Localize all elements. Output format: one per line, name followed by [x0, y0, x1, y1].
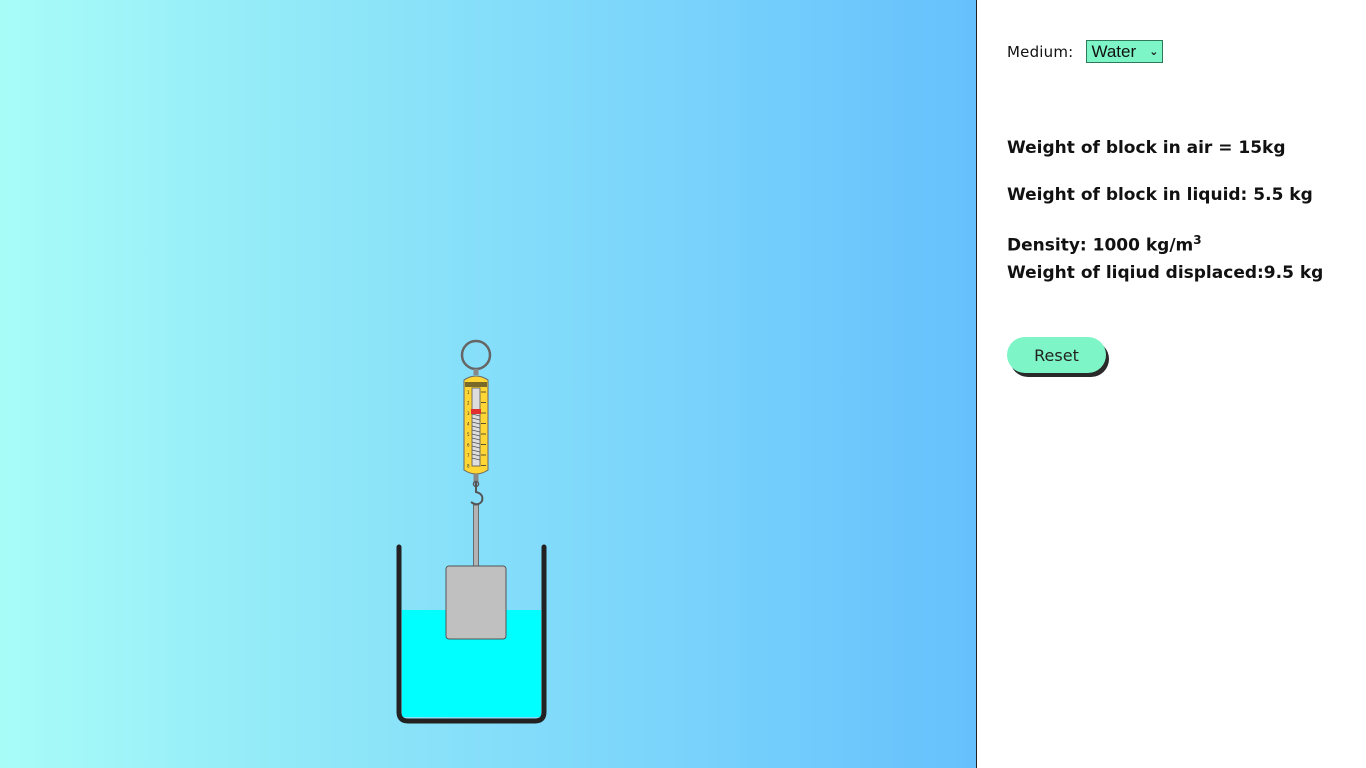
medium-label: Medium:	[1007, 42, 1074, 61]
air-weight-text: Weight of block in air = 15kg	[1007, 138, 1286, 158]
simulation-area: 12345678	[0, 0, 976, 768]
scale-ring	[460, 339, 492, 371]
density-value: Density: 1000 kg/m	[1007, 235, 1194, 256]
medium-select-value: Water	[1091, 41, 1137, 61]
liquid-weight-text: Weight of block in liquid: 5.5 kg	[1007, 185, 1313, 205]
scale-pointer	[471, 409, 481, 414]
density-text: Density: 1000 kg/m3	[1007, 233, 1202, 256]
control-panel: Medium: Water ⌄ Weight of block in air =…	[977, 0, 1366, 768]
density-exponent: 3	[1193, 233, 1202, 247]
block[interactable]	[445, 565, 507, 640]
chevron-down-icon: ⌄	[1149, 46, 1159, 58]
hanging-rod	[473, 504, 479, 569]
medium-row: Medium: Water ⌄	[1007, 40, 1164, 63]
reset-button[interactable]: Reset	[1007, 337, 1106, 373]
spring-scale[interactable]: 12345678	[463, 375, 489, 482]
medium-select[interactable]: Water ⌄	[1086, 40, 1164, 63]
displaced-weight-text: Weight of liqiud displaced:9.5 kg	[1007, 263, 1324, 283]
apparatus: 12345678	[396, 339, 547, 724]
hook	[470, 482, 484, 506]
